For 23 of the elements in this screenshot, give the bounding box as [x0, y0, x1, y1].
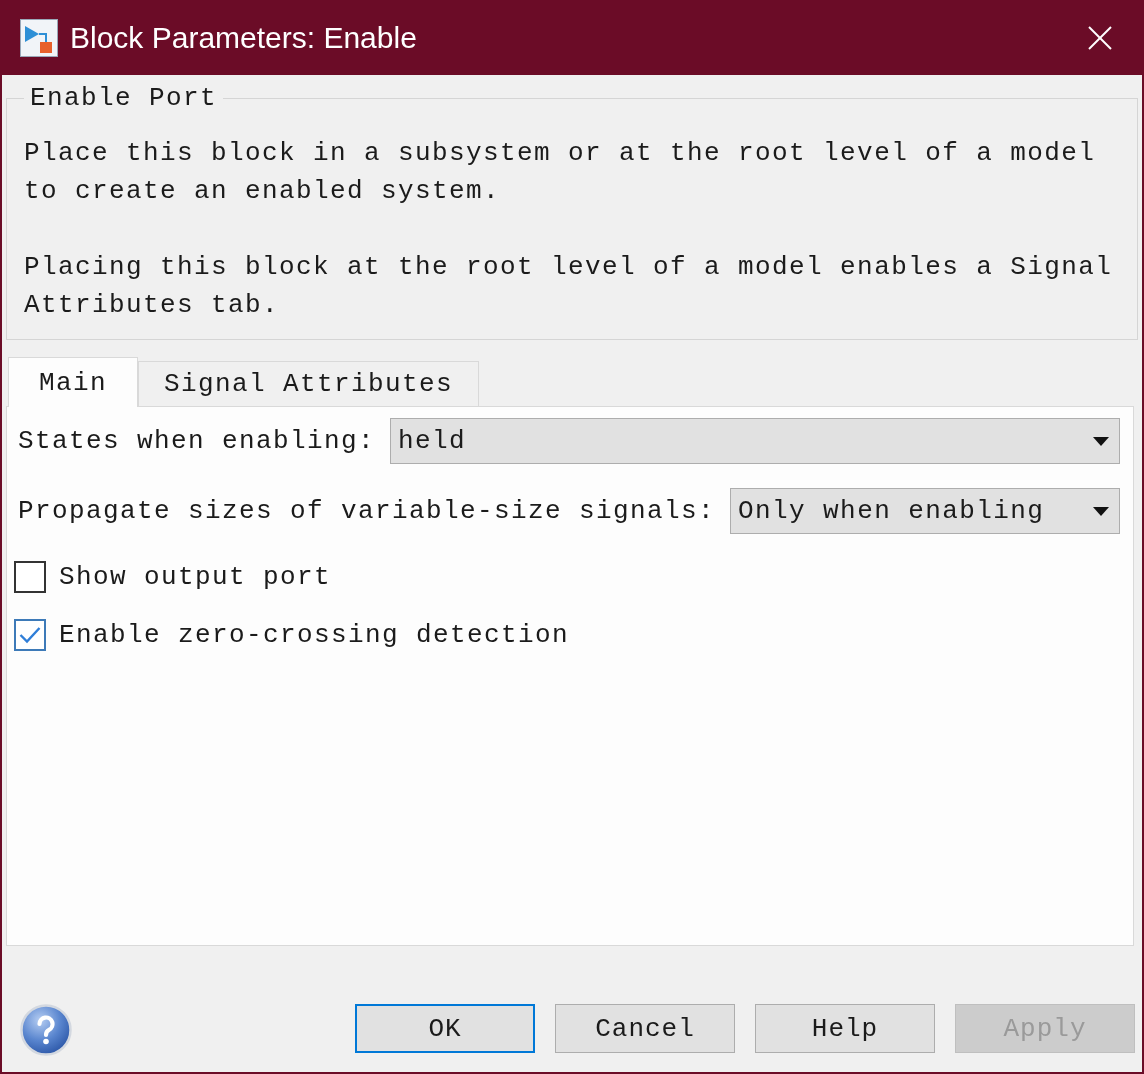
dialog-button[interactable]: Cancel — [555, 1004, 735, 1053]
caret-icon — [1093, 506, 1109, 516]
description-text: Place this block in a subsystem or at the root level of a model to create an enabled system. — [24, 137, 1097, 208]
group-title: Enable Port — [29, 83, 219, 113]
parameter-label: Propagate sizes of variable-size signals: — [18, 496, 716, 526]
help-icon[interactable] — [20, 1004, 72, 1056]
dialog-button[interactable]: Help — [755, 1004, 935, 1053]
dropdown[interactable]: Only when enabling — [730, 488, 1120, 534]
dropdown[interactable]: held — [390, 418, 1120, 464]
checkbox[interactable] — [14, 619, 46, 651]
parameter-label: States when enabling: — [18, 426, 376, 456]
caret-icon — [1093, 436, 1109, 446]
window-title: Block Parameters: Enable — [70, 19, 417, 56]
close-icon[interactable] — [1088, 25, 1112, 50]
tab[interactable]: Main — [8, 357, 138, 407]
description-text: Placing this block at the root level of a model enables a Signal Attributes tab. — [24, 251, 1114, 322]
checkbox[interactable] — [14, 561, 46, 593]
checkbox-label[interactable]: Enable zero-crossing detection — [59, 620, 570, 650]
checkmark-icon — [19, 626, 41, 644]
dialog-button[interactable]: OK — [355, 1004, 535, 1053]
tab[interactable]: Signal Attributes — [138, 361, 480, 406]
checkbox-label[interactable]: Show output port — [59, 562, 332, 592]
block-diagram-icon — [20, 18, 58, 57]
